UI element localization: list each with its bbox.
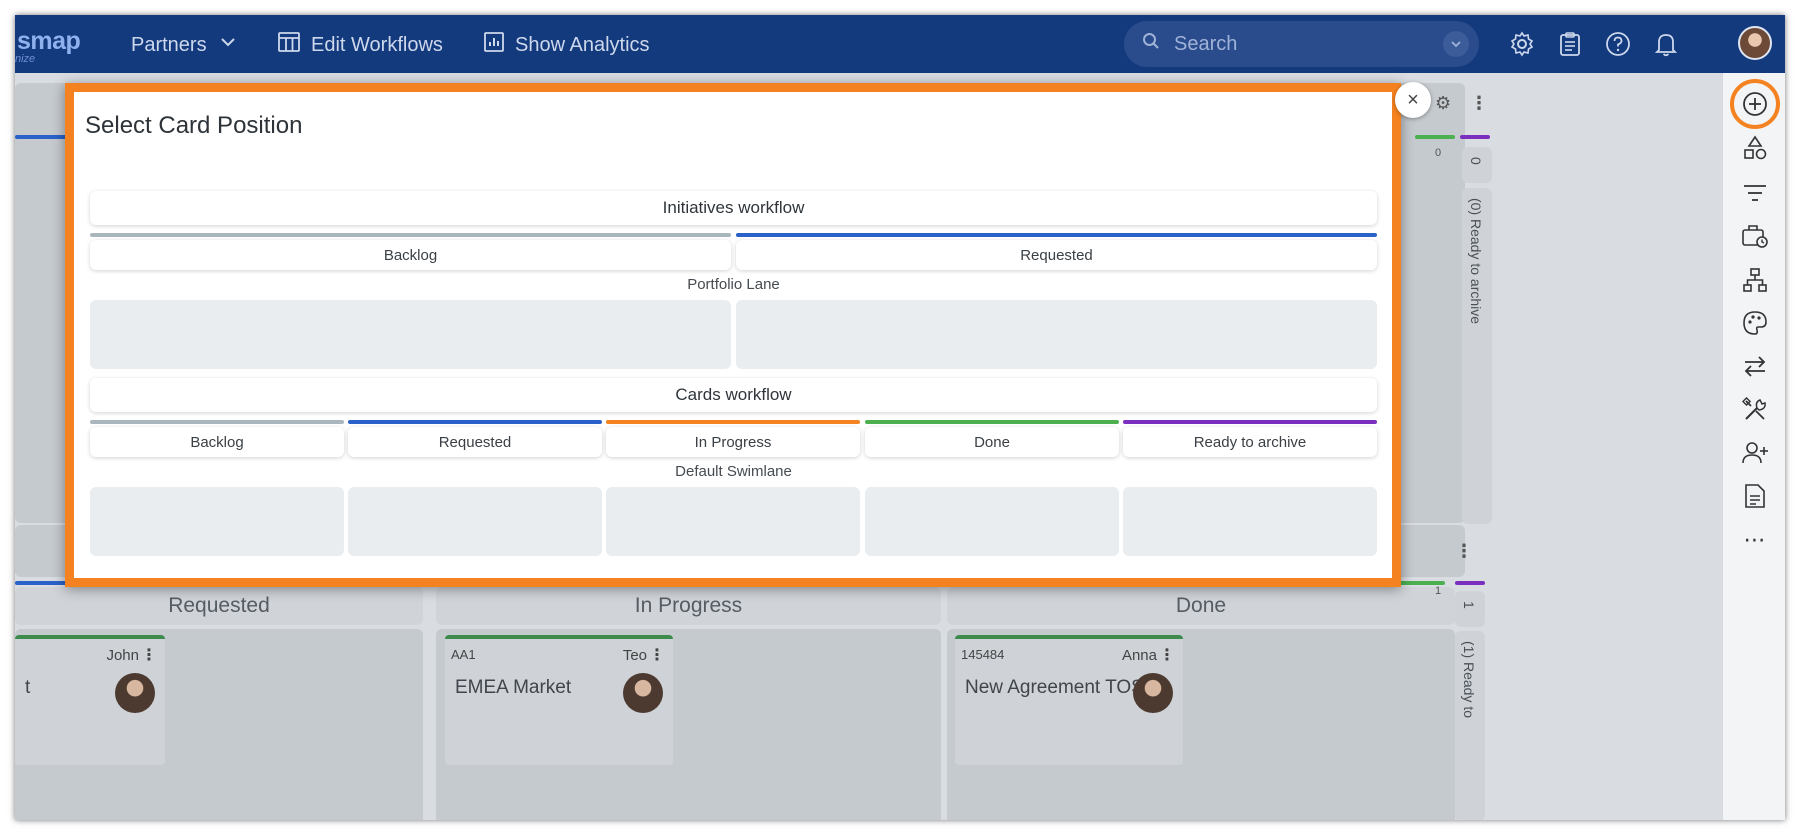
nav-partners-label: Partners (131, 33, 207, 56)
nav-show-analytics[interactable]: Show Analytics (483, 31, 650, 59)
more-icon: ⋮ (1455, 541, 1473, 561)
close-dialog-button[interactable]: × (1395, 82, 1431, 118)
app-logo-subtext: nize (15, 53, 36, 65)
board-card: 145484 Anna ⋮ New Agreement TOS (955, 635, 1183, 765)
gear-icon[interactable] (1507, 29, 1537, 59)
column-header-requested: Requested (348, 427, 602, 457)
column-header-done: Done (865, 427, 1119, 457)
nav-edit-workflows[interactable]: Edit Workflows (277, 31, 443, 59)
bar-chart-icon (483, 31, 515, 59)
close-icon: × (1407, 88, 1419, 111)
drop-zone-initiatives-backlog[interactable] (90, 300, 731, 369)
archive-top-lane: (0) Ready to archive (1462, 188, 1492, 524)
app-window: smap nize Partners Edit Workflows Show A… (15, 15, 1785, 820)
board-column-bar (1455, 581, 1485, 585)
hierarchy-icon[interactable] (1740, 265, 1770, 295)
column-color-bar (865, 420, 1119, 424)
lane-label-default-swimlane: Default Swimlane (675, 463, 792, 480)
nav-show-analytics-label: Show Analytics (515, 33, 650, 56)
nav-partners[interactable]: Partners (131, 31, 247, 59)
add-circle-icon[interactable] (1730, 79, 1780, 129)
archive-bottom-lane: (1) Ready to (1455, 631, 1485, 820)
tools-icon[interactable] (1740, 395, 1770, 425)
drop-zone-cards-ready-to-archive[interactable] (1123, 487, 1377, 556)
search-options-chevron-icon[interactable] (1443, 31, 1469, 57)
more-icon: ⋮ (1470, 93, 1488, 113)
search-placeholder: Search (1174, 32, 1238, 55)
shapes-icon[interactable] (1740, 133, 1770, 163)
board-column-in-progress: In Progress (436, 587, 941, 625)
board-column-bar (1460, 135, 1490, 139)
dialog-title: Select Card Position (85, 112, 303, 139)
archive-bottom-badge: 1 (1435, 585, 1442, 597)
search-icon (1142, 32, 1160, 56)
column-header-backlog: Backlog (90, 427, 344, 457)
table-icon (277, 30, 311, 60)
briefcase-clock-icon[interactable] (1740, 221, 1770, 251)
drop-zone-cards-backlog[interactable] (90, 487, 344, 556)
column-color-bar (90, 233, 731, 237)
lane-label-portfolio: Portfolio Lane (687, 276, 780, 293)
app-logo[interactable]: smap (17, 27, 81, 56)
board-card: John ⋮ t (15, 635, 165, 765)
board-column-done: Done (947, 587, 1455, 625)
workflow-header-initiatives: Initiatives workflow (90, 191, 1377, 225)
drop-zone-cards-done[interactable] (865, 487, 1119, 556)
drop-zone-initiatives-requested[interactable] (736, 300, 1377, 369)
select-card-position-dialog: Select Card Position Initiatives workflo… (65, 83, 1401, 587)
chevron-down-icon (219, 33, 247, 57)
bell-icon[interactable] (1651, 29, 1681, 59)
board-card: AA1 Teo ⋮ EMEA Market (445, 635, 673, 765)
column-color-bar (736, 233, 1377, 237)
column-color-bar (1123, 420, 1377, 424)
archive-top-count: 0 (1462, 147, 1492, 183)
more-icon[interactable]: ⋯ (1740, 525, 1770, 555)
palette-icon[interactable] (1740, 308, 1770, 338)
swap-arrows-icon[interactable] (1740, 351, 1770, 381)
help-icon[interactable] (1603, 29, 1633, 59)
filter-icon[interactable] (1740, 178, 1770, 208)
board-toolbar-icon: ⚙ (1435, 93, 1452, 113)
add-user-icon[interactable] (1740, 438, 1770, 468)
column-header-backlog: Backlog (90, 240, 731, 270)
drop-zone-cards-in-progress[interactable] (606, 487, 860, 556)
document-icon[interactable] (1740, 481, 1770, 511)
search-input[interactable]: Search (1124, 21, 1479, 67)
archive-top-badge: 0 (1435, 147, 1442, 159)
column-header-in-progress: In Progress (606, 427, 860, 457)
archive-bottom-count: 1 (1455, 591, 1485, 627)
clipboard-icon[interactable] (1555, 29, 1585, 59)
workflow-header-cards: Cards workflow (90, 378, 1377, 412)
board-column-bar (1415, 135, 1455, 139)
column-color-bar (90, 420, 344, 424)
column-header-ready-to-archive: Ready to archive (1123, 427, 1377, 457)
column-color-bar (606, 420, 860, 424)
user-avatar[interactable] (1738, 26, 1772, 60)
column-header-requested: Requested (736, 240, 1377, 270)
board-column-requested: Requested (15, 587, 423, 625)
column-color-bar (348, 420, 602, 424)
right-sidebar: ⋯ (1722, 73, 1785, 820)
drop-zone-cards-requested[interactable] (348, 487, 602, 556)
top-navigation-bar: smap nize Partners Edit Workflows Show A… (15, 15, 1785, 73)
nav-edit-workflows-label: Edit Workflows (311, 33, 443, 56)
